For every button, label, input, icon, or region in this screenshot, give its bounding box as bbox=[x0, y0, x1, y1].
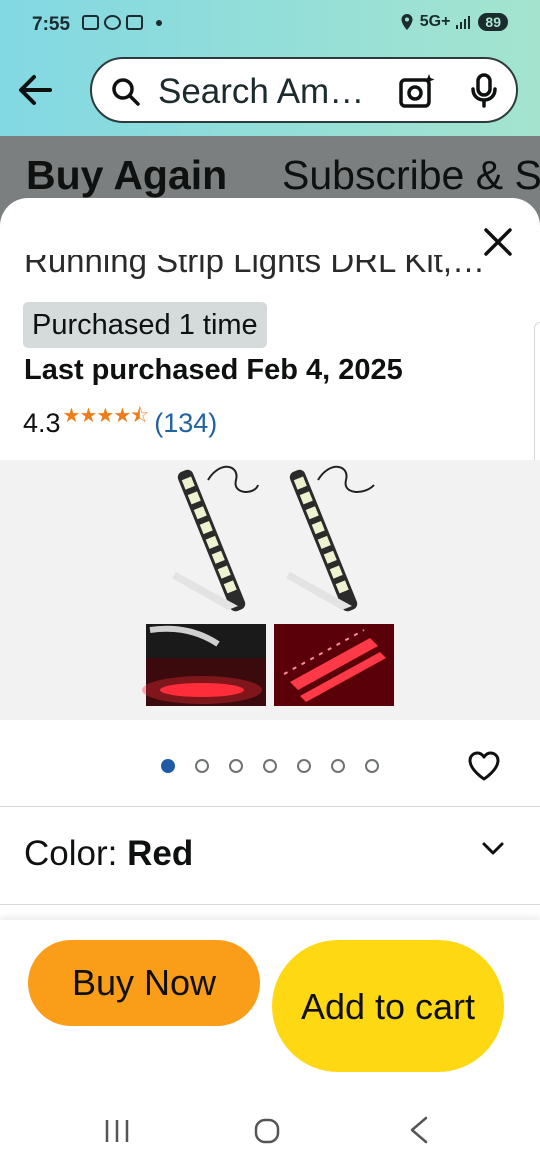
back-icon[interactable] bbox=[408, 1116, 430, 1144]
network-type: 5G+ bbox=[419, 13, 451, 30]
car-bumper-thumbnail bbox=[142, 624, 266, 706]
rating-row[interactable]: 4.3 ★★★★⯪ (134) bbox=[23, 401, 217, 445]
review-count-link[interactable]: (134) bbox=[154, 408, 217, 439]
status-time: 7:55 bbox=[32, 14, 71, 35]
color-dropdown-toggle[interactable] bbox=[480, 836, 506, 862]
carousel-dot-5[interactable] bbox=[297, 759, 311, 773]
location-icon bbox=[401, 14, 413, 30]
rating-value: 4.3 bbox=[23, 407, 61, 438]
color-value: Red bbox=[127, 834, 194, 873]
carousel-dot-3[interactable] bbox=[229, 759, 243, 773]
carousel-dot-7[interactable] bbox=[365, 759, 379, 773]
camera-lens-icon[interactable] bbox=[398, 73, 436, 109]
close-button[interactable] bbox=[478, 222, 518, 262]
microphone-icon[interactable] bbox=[470, 73, 498, 109]
carousel-indicator bbox=[0, 755, 540, 779]
carousel-dot-6[interactable] bbox=[331, 759, 345, 773]
mail-icon bbox=[82, 15, 99, 30]
divider bbox=[0, 806, 540, 807]
heart-icon bbox=[468, 751, 500, 781]
color-label: Color: bbox=[24, 834, 128, 873]
more-notifications-icon bbox=[156, 19, 162, 26]
system-navigation-bar bbox=[0, 1094, 540, 1170]
tab-buy-again[interactable]: Buy Again bbox=[26, 152, 227, 199]
recents-icon[interactable] bbox=[104, 1118, 130, 1144]
battery-indicator: 89 bbox=[478, 13, 508, 31]
product-image-carousel[interactable] bbox=[0, 460, 540, 720]
signal-icon bbox=[456, 16, 471, 29]
tab-subscribe-and-save[interactable]: Subscribe & S bbox=[282, 152, 540, 199]
back-button[interactable] bbox=[14, 68, 58, 112]
rating-stars-icon: ★★★★⯪ bbox=[62, 405, 150, 427]
divider bbox=[0, 904, 540, 905]
status-bar: 7:55 5G+ 89 bbox=[0, 0, 540, 52]
led-strip-right bbox=[286, 465, 375, 612]
product-image bbox=[142, 465, 394, 706]
messenger-icon bbox=[104, 15, 121, 30]
product-title: Running Strip Lights DRL Kit,… bbox=[24, 242, 485, 279]
led-strip-left bbox=[172, 465, 259, 612]
carousel-dot-1[interactable] bbox=[161, 759, 175, 773]
carousel-dot-4[interactable] bbox=[263, 759, 277, 773]
mail-icon bbox=[126, 15, 143, 30]
home-icon[interactable] bbox=[254, 1118, 280, 1144]
notification-icons bbox=[82, 15, 162, 30]
back-arrow-icon bbox=[19, 75, 52, 105]
close-icon bbox=[484, 228, 512, 256]
buy-now-button[interactable]: Buy Now bbox=[28, 940, 260, 1026]
search-icon bbox=[112, 78, 140, 106]
color-selector[interactable]: Color: Red bbox=[24, 834, 193, 874]
red-led-thumbnail bbox=[274, 624, 394, 706]
system-indicators: 5G+ 89 bbox=[400, 13, 508, 31]
product-bottom-sheet: Running Strip Lights DRL Kit,… Purchased… bbox=[0, 198, 540, 1170]
chevron-down-icon bbox=[482, 842, 504, 855]
search-bar[interactable]: Search Am… bbox=[90, 57, 518, 123]
purchased-count-badge: Purchased 1 time bbox=[23, 302, 267, 348]
add-to-cart-button[interactable]: Add to cart bbox=[272, 940, 504, 1072]
search-input[interactable]: Search Am… bbox=[158, 72, 364, 112]
last-purchased-date: Last purchased Feb 4, 2025 bbox=[24, 354, 403, 386]
carousel-dot-2[interactable] bbox=[195, 759, 209, 773]
add-to-list-button[interactable] bbox=[466, 748, 502, 784]
